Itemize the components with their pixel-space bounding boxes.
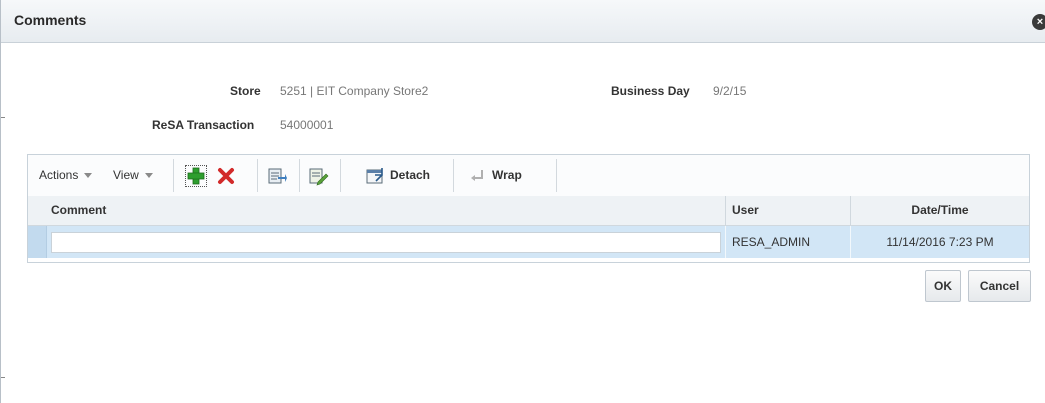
business-day-value: 9/2/15 [713, 84, 747, 98]
store-label: Store [230, 84, 261, 98]
add-row-button[interactable] [185, 165, 207, 187]
row-header[interactable] [28, 226, 47, 258]
edge-marker [1, 117, 5, 118]
delete-row-button[interactable] [215, 165, 237, 187]
user-cell: RESA_ADMIN [732, 235, 811, 249]
resa-transaction-value: 54000001 [280, 118, 334, 132]
cell-divider [725, 226, 726, 258]
detach-icon [366, 168, 383, 184]
comments-dialog: Comments × Store 5251 | EIT Company Stor… [0, 0, 1045, 403]
toolbar-separator [453, 159, 454, 192]
toolbar-separator [173, 159, 174, 192]
table-toolbar: Actions View Detach Wrap [28, 155, 1029, 197]
edit-icon [309, 168, 329, 186]
column-header-comment[interactable]: Comment [51, 196, 106, 225]
detach-icon-wrap[interactable] [364, 165, 386, 187]
table-row[interactable]: RESA_ADMIN 11/14/2016 7:23 PM [28, 226, 1029, 258]
chevron-down-icon [144, 173, 153, 178]
toolbar-separator [257, 159, 258, 192]
comment-input[interactable] [51, 232, 721, 253]
datetime-cell: 11/14/2016 7:23 PM [886, 235, 994, 249]
ok-button[interactable]: OK [925, 270, 961, 302]
wrap-icon-wrap[interactable] [468, 167, 490, 189]
dialog-titlebar: Comments × [1, 0, 1045, 43]
store-value: 5251 | EIT Company Store2 [280, 84, 429, 98]
wrap-icon [471, 170, 483, 181]
detach-button[interactable]: Detach [390, 155, 430, 196]
toolbar-separator [299, 159, 300, 192]
resa-transaction-label: ReSA Transaction [152, 118, 255, 132]
delete-x-icon [218, 168, 234, 184]
edge-marker [1, 377, 5, 378]
edit-button[interactable] [307, 165, 329, 187]
column-header-datetime[interactable]: Date/Time [851, 196, 1029, 225]
cancel-button[interactable]: Cancel [968, 270, 1031, 302]
table-header: Comment User Date/Time [28, 196, 1029, 226]
toolbar-separator [556, 159, 557, 192]
actions-menu[interactable]: Actions [39, 155, 93, 196]
toolbar-separator [340, 159, 341, 192]
dialog-title: Comments [14, 12, 87, 28]
chevron-down-icon [84, 173, 93, 178]
column-divider [725, 196, 726, 225]
comments-table-panel: Actions View Detach Wrap Comment User Da… [27, 154, 1030, 263]
add-plus-icon [187, 167, 205, 185]
business-day-label: Business Day [611, 84, 690, 98]
close-icon[interactable]: × [1032, 14, 1045, 30]
export-button[interactable] [266, 165, 288, 187]
export-icon [268, 168, 287, 184]
view-menu[interactable]: View [113, 155, 153, 196]
column-header-user[interactable]: User [732, 196, 759, 225]
wrap-button[interactable]: Wrap [492, 155, 522, 196]
